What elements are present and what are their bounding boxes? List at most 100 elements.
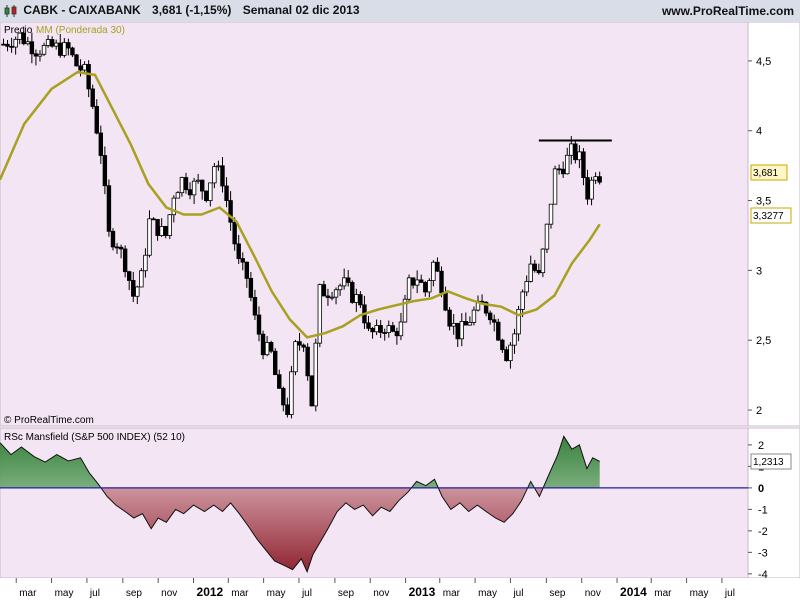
candle-body (516, 308, 521, 335)
candle-body (358, 294, 363, 306)
candle-body (90, 88, 95, 107)
candle-body (577, 151, 582, 161)
candle-body (163, 226, 168, 236)
candle-body (49, 39, 55, 47)
time-tick-label: may (478, 588, 497, 599)
candle-body (329, 296, 335, 299)
candle-body (366, 322, 371, 329)
price-chart-svg: 4,543,532,52210-1-2-3-4marmayjulsepnov20… (0, 22, 800, 600)
candle-body (439, 270, 444, 294)
rsc-tick-label: -1 (758, 504, 768, 516)
symbol-title: CABK - CAIXABANK (23, 3, 141, 17)
candle-body (313, 342, 318, 407)
candle-body (147, 218, 152, 256)
time-tick-label: sep (549, 588, 566, 599)
time-tick-label: 2014 (620, 585, 647, 599)
candle-body (325, 295, 331, 298)
candle-body (82, 64, 87, 71)
candle-body (200, 179, 205, 192)
candle-body (70, 47, 75, 56)
candle-body (394, 330, 400, 337)
candle-body (512, 333, 517, 346)
candle-body (524, 281, 529, 293)
candle-body (289, 371, 294, 415)
candle-body (556, 168, 562, 171)
candle-body (114, 246, 120, 249)
candle-body (406, 277, 412, 300)
candle-body (573, 143, 578, 161)
rsc-tick-label: -4 (758, 569, 768, 581)
last-price-badge: 3,681 (753, 168, 778, 179)
candle-body (264, 342, 270, 356)
candle-body (220, 165, 225, 187)
candle-body (86, 64, 91, 90)
candle-body (382, 332, 387, 334)
candle-body (66, 42, 71, 49)
candle-body (455, 322, 460, 340)
candle-body (459, 321, 464, 340)
candle-body (544, 223, 550, 250)
candle-body (500, 339, 505, 351)
candle-body (370, 327, 375, 333)
candle-body (78, 65, 83, 71)
candle-body (183, 177, 189, 191)
time-tick-label: may (55, 588, 74, 599)
price-tick-label: 2 (756, 405, 762, 417)
candle-body (536, 270, 542, 274)
candle-body (236, 243, 241, 259)
candle-body (496, 321, 501, 341)
candlestick-icon (4, 4, 17, 17)
candle-body (386, 325, 391, 333)
candle-body (540, 248, 546, 274)
candle-body (305, 346, 310, 377)
candle-body (240, 258, 245, 263)
time-tick-label: sep (126, 588, 143, 599)
candle-body (504, 349, 509, 362)
candle-body (187, 189, 193, 196)
rsc-badge: 1,2313 (753, 457, 784, 468)
site-url[interactable]: www.ProRealTime.com (662, 4, 794, 18)
candle-body (463, 321, 469, 326)
candle-body (293, 341, 298, 373)
candle-body (256, 314, 262, 335)
candle-body (204, 190, 209, 201)
candle-body (179, 177, 185, 194)
candle-body (244, 261, 250, 279)
candle-body (354, 294, 359, 303)
candle-body (285, 404, 290, 415)
candle-body (127, 271, 132, 281)
candle-body (341, 277, 347, 287)
candle-body (431, 261, 436, 281)
time-tick-label: nov (373, 588, 389, 599)
rsc-label: RSc Mansfield (S&P 500 INDEX) (52 10) (4, 432, 185, 443)
time-tick-label: 2013 (409, 585, 436, 599)
candle-body (581, 151, 586, 178)
candle-body (212, 166, 217, 184)
candle-body (508, 344, 513, 362)
time-tick-label: may (690, 588, 709, 599)
candle-body (110, 230, 116, 248)
price-label: Precio (4, 25, 33, 36)
candle-body (281, 387, 286, 406)
candle-body (151, 218, 156, 221)
candle-body (528, 263, 533, 282)
candle-body (565, 154, 570, 175)
ma-label: MM (Ponderada 30) (36, 25, 125, 36)
candle-body (333, 289, 339, 298)
candle-body (25, 41, 31, 45)
candle-body (451, 322, 456, 327)
time-tick-label: nov (585, 588, 601, 599)
candle-body (410, 277, 416, 286)
time-tick-label: jul (512, 588, 523, 599)
candle-body (419, 279, 424, 283)
candle-body (191, 180, 197, 196)
rsc-tick-label: 0 (758, 483, 764, 495)
chart-window: CABK - CAIXABANK 3,681 (-1,15%) Semanal … (0, 0, 800, 600)
candle-body (552, 168, 558, 205)
candle-body (346, 277, 351, 283)
candle-body (94, 106, 99, 134)
time-tick-label: mar (19, 588, 37, 599)
candle-body (447, 309, 452, 327)
candle-body (139, 270, 144, 288)
time-axis-bg (0, 578, 800, 600)
